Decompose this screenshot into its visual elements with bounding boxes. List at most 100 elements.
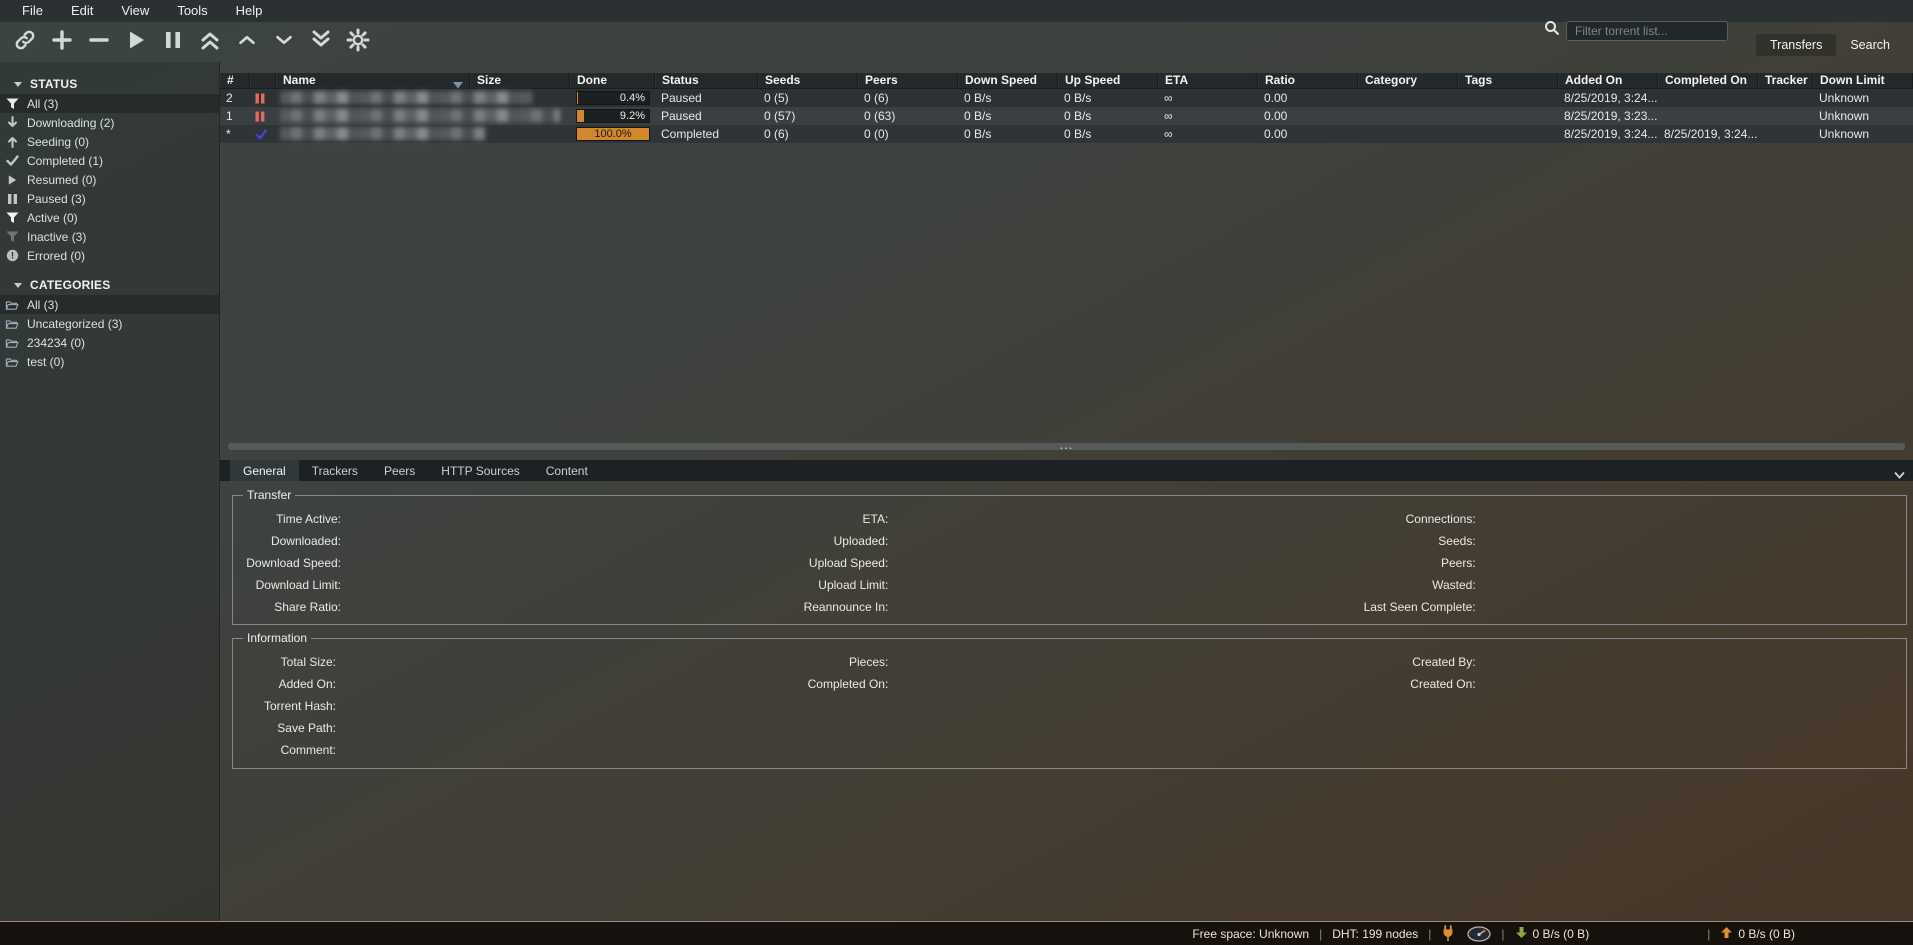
table-row[interactable]: 2 0.4% Paused 0 (5) 0 (6) 0 B/s 0 B/s ∞ … <box>220 89 1913 107</box>
column-header-category[interactable]: Category <box>1358 73 1458 88</box>
column-header-state[interactable] <box>250 73 276 88</box>
tab-transfers[interactable]: Transfers <box>1756 34 1836 56</box>
cell-up-speed: 0 B/s <box>1058 107 1158 125</box>
options-button[interactable] <box>343 27 373 57</box>
field-label: Created On: <box>1346 677 1476 691</box>
cell-seeds: 0 (57) <box>758 107 858 125</box>
alt-speed-limits-gauge-icon[interactable] <box>1467 926 1491 942</box>
sidebar-item-label: All (3) <box>27 298 58 312</box>
progress-label: 9.2% <box>620 110 645 123</box>
sidebar-item-label: test (0) <box>27 355 64 369</box>
minus-icon <box>87 28 111 57</box>
collapse-icon <box>14 283 22 288</box>
sidebar-category-234234[interactable]: 234234 (0) <box>0 333 219 352</box>
column-header-down-speed[interactable]: Down Speed <box>958 73 1058 88</box>
sidebar-item-paused[interactable]: Paused (3) <box>0 189 219 208</box>
redacted-name-block <box>280 127 485 140</box>
field-label: Total Size: <box>241 655 336 669</box>
column-header-tags[interactable]: Tags <box>1458 73 1558 88</box>
progress-bar: 100.0% <box>576 127 650 141</box>
chevron-down-icon[interactable] <box>1894 466 1905 484</box>
sidebar-item-completed[interactable]: Completed (1) <box>0 151 219 170</box>
tab-content[interactable]: Content <box>533 460 601 481</box>
column-header-status[interactable]: Status <box>655 73 758 88</box>
move-top-button[interactable] <box>195 27 225 57</box>
status-section-header[interactable]: STATUS <box>0 74 219 94</box>
filter-input[interactable] <box>1566 21 1728 41</box>
column-header-tracker[interactable]: Tracker <box>1758 73 1813 88</box>
field-label: Downloaded: <box>241 534 341 548</box>
cell-completed-on <box>1658 89 1758 107</box>
column-header-peers[interactable]: Peers <box>858 73 958 88</box>
cell-down-limit: Unknown <box>1813 125 1913 143</box>
panel-splitter[interactable]: ... <box>228 443 1905 450</box>
view-tabs: Transfers Search <box>1756 34 1904 56</box>
cell-completed-on: 8/25/2019, 3:24... <box>1658 125 1758 143</box>
sidebar-item-label: Errored (0) <box>27 249 85 263</box>
pause-icon <box>4 193 20 205</box>
sidebar-item-label: Inactive (3) <box>27 230 86 244</box>
column-header-added-on[interactable]: Added On <box>1558 73 1658 88</box>
sidebar-item-active[interactable]: Active (0) <box>0 208 219 227</box>
error-icon: ! <box>4 249 20 262</box>
pause-button[interactable] <box>158 27 188 57</box>
cell-eta: ∞ <box>1158 125 1258 143</box>
move-bottom-button[interactable] <box>306 27 336 57</box>
add-torrent-button[interactable] <box>47 27 77 57</box>
column-header-size[interactable]: Size <box>470 73 570 88</box>
download-speed-label: 0 B/s (0 B) <box>1533 927 1590 941</box>
move-up-button[interactable] <box>232 27 262 57</box>
column-header-down-limit[interactable]: Down Limit <box>1813 73 1913 88</box>
status-header-label: STATUS <box>30 77 77 91</box>
column-header-completed-on[interactable]: Completed On <box>1658 73 1758 88</box>
menu-help[interactable]: Help <box>222 0 277 22</box>
sidebar-item-label: 234234 (0) <box>27 336 85 350</box>
progress-bar: 0.4% <box>576 91 650 105</box>
splitter-handle[interactable]: ... <box>1060 437 1074 452</box>
column-header-up-speed[interactable]: Up Speed <box>1058 73 1158 88</box>
column-header-eta[interactable]: ETA <box>1158 73 1258 88</box>
sidebar-item-downloading[interactable]: Downloading (2) <box>0 113 219 132</box>
cell-size <box>470 125 570 143</box>
transfer-section: Transfer Time Active: Downloaded: Downlo… <box>232 488 1907 625</box>
column-header-name[interactable]: Name <box>276 73 470 88</box>
tab-peers[interactable]: Peers <box>371 460 428 481</box>
column-header-ratio[interactable]: Ratio <box>1258 73 1358 88</box>
progress-label: 100.0% <box>577 128 649 141</box>
tab-search[interactable]: Search <box>1836 34 1904 56</box>
sidebar-item-all[interactable]: All (3) <box>0 94 219 113</box>
cell-category <box>1358 125 1458 143</box>
sidebar-item-errored[interactable]: ! Errored (0) <box>0 246 219 265</box>
sidebar-category-test[interactable]: test (0) <box>0 352 219 371</box>
cell-up-speed: 0 B/s <box>1058 125 1158 143</box>
cell-name-redacted <box>276 125 470 143</box>
table-row[interactable]: * 100.0% Completed 0 (6) 0 (0) 0 B/s 0 B… <box>220 125 1913 143</box>
column-header-seeds[interactable]: Seeds <box>758 73 858 88</box>
sidebar-item-inactive[interactable]: Inactive (3) <box>0 227 219 246</box>
cell-down-limit: Unknown <box>1813 89 1913 107</box>
tab-trackers[interactable]: Trackers <box>299 460 371 481</box>
field-label: Seeds: <box>1346 534 1476 548</box>
menu-edit[interactable]: Edit <box>57 0 107 22</box>
menu-file[interactable]: File <box>8 0 57 22</box>
menu-tools[interactable]: Tools <box>163 0 221 22</box>
column-header-number[interactable]: # <box>220 73 250 88</box>
sidebar-item-seeding[interactable]: Seeding (0) <box>0 132 219 151</box>
cell-eta: ∞ <box>1158 89 1258 107</box>
sidebar-category-all[interactable]: All (3) <box>0 295 219 314</box>
delete-button[interactable] <box>84 27 114 57</box>
resume-button[interactable] <box>121 27 151 57</box>
column-header-done[interactable]: Done <box>570 73 655 88</box>
menu-view[interactable]: View <box>107 0 163 22</box>
table-row[interactable]: 1 9.2% Paused 0 (57) 0 (63) 0 B/s 0 B/s … <box>220 107 1913 125</box>
sidebar-item-resumed[interactable]: Resumed (0) <box>0 170 219 189</box>
categories-section-header[interactable]: CATEGORIES <box>0 275 219 295</box>
move-down-button[interactable] <box>269 27 299 57</box>
tab-http-sources[interactable]: HTTP Sources <box>428 460 532 481</box>
redacted-name-block <box>280 91 532 104</box>
play-icon <box>4 174 20 186</box>
sidebar-category-uncategorized[interactable]: Uncategorized (3) <box>0 314 219 333</box>
add-link-button[interactable] <box>10 27 40 57</box>
tab-general[interactable]: General <box>230 460 299 481</box>
field-label: Pieces: <box>793 655 888 669</box>
